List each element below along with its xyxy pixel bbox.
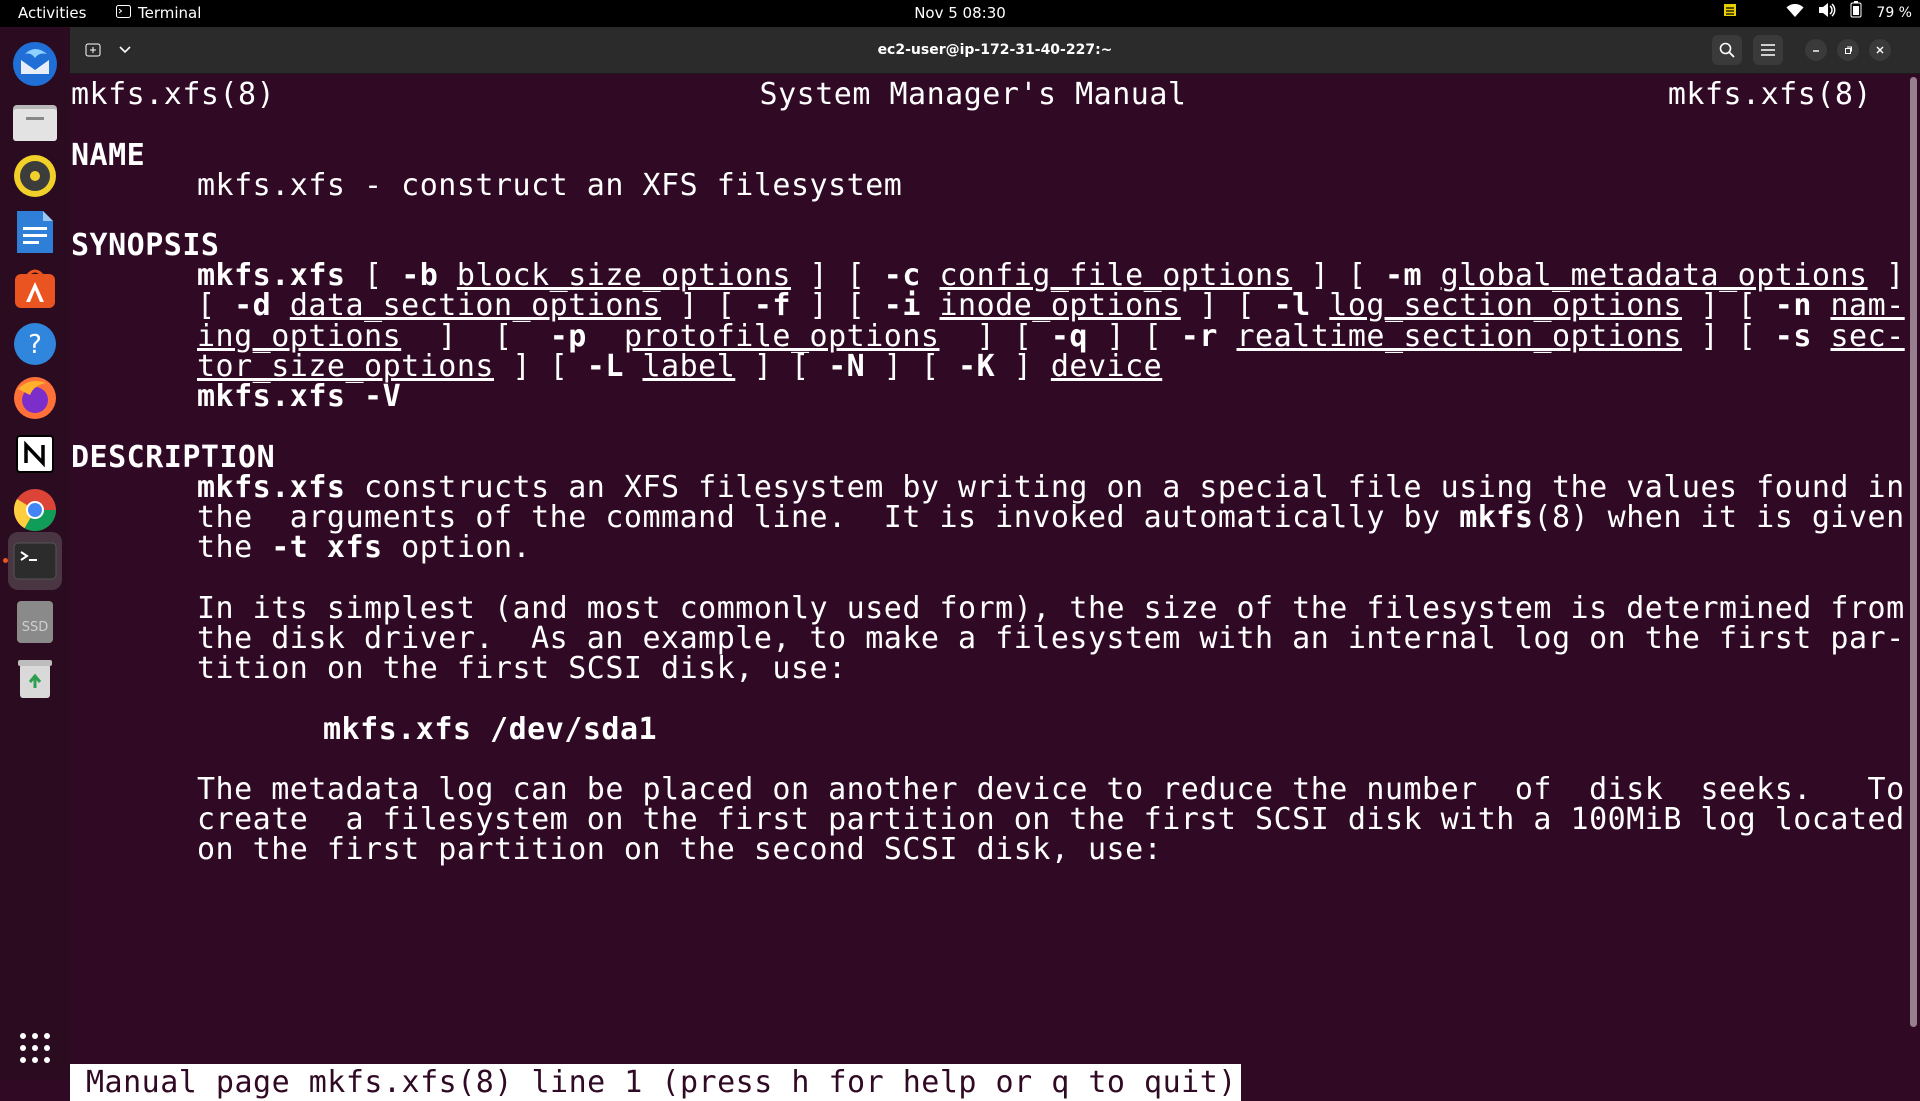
battery-icon[interactable] bbox=[1850, 0, 1862, 27]
man-text-line: tition on the first SCSI disk, use: bbox=[197, 650, 847, 687]
wifi-icon[interactable] bbox=[1786, 0, 1804, 27]
files-icon[interactable] bbox=[10, 97, 60, 147]
man-text bbox=[1218, 319, 1237, 354]
man-text: tition on the first SCSI disk, use: bbox=[197, 651, 847, 686]
app-center-icon[interactable] bbox=[10, 263, 60, 313]
restore-icon[interactable] bbox=[1837, 39, 1859, 61]
man-text-line: the -t xfs option. bbox=[197, 529, 531, 566]
libreoffice-writer-icon[interactable] bbox=[10, 207, 60, 257]
man-option: -t xfs bbox=[271, 530, 383, 565]
activities-button[interactable]: Activities bbox=[18, 0, 86, 27]
firefox-icon[interactable] bbox=[10, 373, 60, 423]
man-text-line: on the first partition on the second SCS… bbox=[197, 831, 1162, 868]
notes-icon[interactable] bbox=[1722, 0, 1738, 27]
man-text: the bbox=[197, 530, 272, 565]
terminal-output[interactable]: mkfs.xfs(8) System Manager's Manual mkfs… bbox=[70, 74, 1920, 1101]
man-header-right: mkfs.xfs(8) bbox=[1667, 77, 1872, 112]
scrollbar[interactable] bbox=[1910, 77, 1917, 1027]
thunderbird-icon[interactable] bbox=[10, 39, 60, 89]
terminal-dock-icon[interactable] bbox=[8, 532, 62, 590]
man-option: mkfs.xfs -V bbox=[197, 379, 402, 414]
terminal-window: ec2-user@ip-172-31-40-227:~ mkfs.xfs(8) … bbox=[70, 27, 1920, 1101]
system-tray[interactable]: 79 % bbox=[1722, 0, 1912, 27]
trash-icon[interactable] bbox=[10, 653, 60, 703]
top-bar: Activities Terminal Nov 5 08:30 79 % bbox=[0, 0, 1920, 27]
man-option: mkfs bbox=[1459, 500, 1534, 535]
name-text: mkfs.xfs - construct an XFS filesystem bbox=[197, 168, 903, 203]
pager-status-line: Manual page mkfs.xfs(8) line 1 (press h … bbox=[70, 1064, 1241, 1101]
man-text: on the first partition on the second SCS… bbox=[197, 832, 1163, 867]
battery-percentage: 79 % bbox=[1876, 5, 1912, 21]
man-text bbox=[1812, 319, 1831, 354]
clock[interactable]: Nov 5 08:30 bbox=[0, 0, 1920, 27]
man-argument: label bbox=[642, 349, 736, 384]
hamburger-menu-icon[interactable] bbox=[1753, 35, 1783, 65]
close-icon[interactable] bbox=[1869, 39, 1891, 61]
chevron-down-icon[interactable] bbox=[110, 35, 140, 65]
man-option: -N bbox=[828, 349, 866, 384]
name-heading: NAME bbox=[71, 138, 146, 173]
notion-icon[interactable] bbox=[10, 429, 60, 479]
man-text: option. bbox=[382, 530, 532, 565]
app-menu[interactable]: Terminal bbox=[116, 0, 201, 27]
new-tab-button[interactable] bbox=[78, 35, 108, 65]
man-argument: realtime_section_options bbox=[1236, 319, 1682, 354]
help-icon[interactable]: ? bbox=[10, 319, 60, 369]
man-text: ] [ bbox=[735, 349, 829, 384]
volume-icon[interactable] bbox=[1818, 0, 1836, 27]
man-argument: device bbox=[1050, 349, 1163, 384]
man-text: ] [ bbox=[493, 349, 587, 384]
man-argument: sec- bbox=[1830, 319, 1905, 354]
app-menu-label: Terminal bbox=[138, 4, 202, 22]
man-option: -K bbox=[958, 349, 996, 384]
app-grid-icon[interactable] bbox=[10, 1023, 60, 1073]
ssd-label: SSD bbox=[22, 620, 49, 635]
terminal-app-icon bbox=[116, 0, 131, 27]
svg-text:?: ? bbox=[28, 330, 42, 360]
man-option: -r bbox=[1180, 319, 1218, 354]
ssd-drive-icon[interactable]: SSD bbox=[10, 597, 60, 647]
man-text: (8) when it is given bbox=[1533, 500, 1905, 535]
man-text-line: mkfs.xfs -V bbox=[197, 378, 401, 415]
man-option: -L bbox=[586, 349, 624, 384]
man-option: -s bbox=[1774, 319, 1812, 354]
man-text: ] bbox=[995, 349, 1051, 384]
window-title: ec2-user@ip-172-31-40-227:~ bbox=[877, 42, 1113, 58]
example-command: mkfs.xfs /dev/sda1 bbox=[323, 712, 658, 747]
man-header-center: System Manager's Manual bbox=[759, 77, 1187, 112]
chrome-icon[interactable] bbox=[10, 485, 60, 535]
man-text: ] [ bbox=[865, 349, 959, 384]
man-text: ] [ bbox=[1681, 319, 1775, 354]
rhythmbox-icon[interactable] bbox=[10, 151, 60, 201]
dock: ? SSD bbox=[0, 27, 70, 1080]
search-icon[interactable] bbox=[1712, 35, 1742, 65]
window-headerbar[interactable]: ec2-user@ip-172-31-40-227:~ bbox=[70, 27, 1920, 74]
minimize-icon[interactable] bbox=[1805, 39, 1827, 61]
man-text bbox=[624, 349, 643, 384]
